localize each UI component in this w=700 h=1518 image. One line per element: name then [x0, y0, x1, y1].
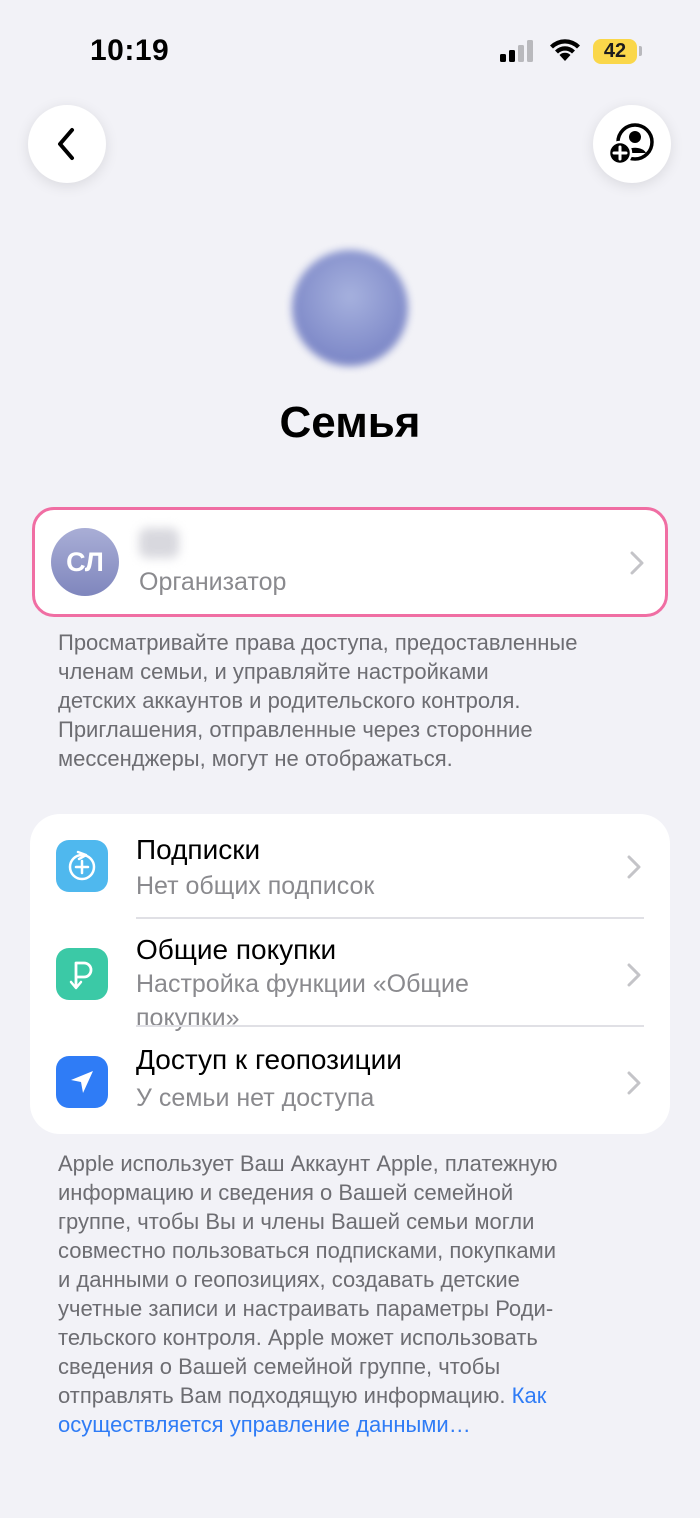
features-list: Подписки Нет общих подписок Общие покупк… [30, 814, 670, 1134]
privacy-text: Apple использует Ваш Аккаунт Apple, плат… [58, 1149, 658, 1439]
location-icon [56, 1056, 108, 1108]
family-avatar [292, 250, 408, 366]
location-sharing-title: Доступ к геопозиции [136, 1044, 402, 1075]
add-person-icon [607, 123, 654, 166]
wifi-icon [550, 39, 580, 61]
privacy-body: Apple использует Ваш Аккаунт Apple, плат… [58, 1151, 558, 1408]
organizer-avatar: СЛ [51, 528, 119, 596]
organizer-row[interactable]: СЛ Организатор [32, 507, 668, 617]
subscriptions-row[interactable]: Подписки Нет общих подписок [30, 814, 670, 918]
organizer-role: Организатор [139, 568, 287, 596]
subscriptions-title: Подписки [136, 834, 261, 865]
battery-tip [639, 46, 642, 56]
location-sharing-subtitle: У семьи нет доступа [136, 1084, 375, 1112]
chevron-right-icon [627, 1071, 641, 1095]
chevron-left-icon [58, 128, 74, 160]
purchase-sharing-icon [56, 948, 108, 1000]
subscriptions-subtitle: Нет общих подписок [136, 872, 375, 900]
organizer-name-redacted [139, 528, 179, 558]
back-button[interactable] [28, 105, 106, 183]
add-family-member-button[interactable] [593, 105, 671, 183]
battery-indicator: 42 [593, 39, 637, 64]
location-sharing-row[interactable]: Доступ к геопозиции У семьи нет доступа [30, 1026, 670, 1134]
chevron-right-icon [627, 963, 641, 987]
page-title: Семья [279, 398, 421, 447]
cellular-signal-icon [500, 40, 533, 62]
subscriptions-icon [56, 840, 108, 892]
chevron-right-icon [627, 855, 641, 879]
purchase-sharing-title: Общие покупки [136, 934, 337, 965]
chevron-right-icon [630, 551, 644, 575]
organizer-description: Просматривайте права доступа, предоставл… [58, 630, 578, 771]
status-bar: 10:19 42 [0, 0, 700, 100]
purchase-sharing-row[interactable]: Общие покупки Настройка функции «Общие п… [30, 918, 670, 1032]
status-time: 10:19 [90, 34, 170, 67]
